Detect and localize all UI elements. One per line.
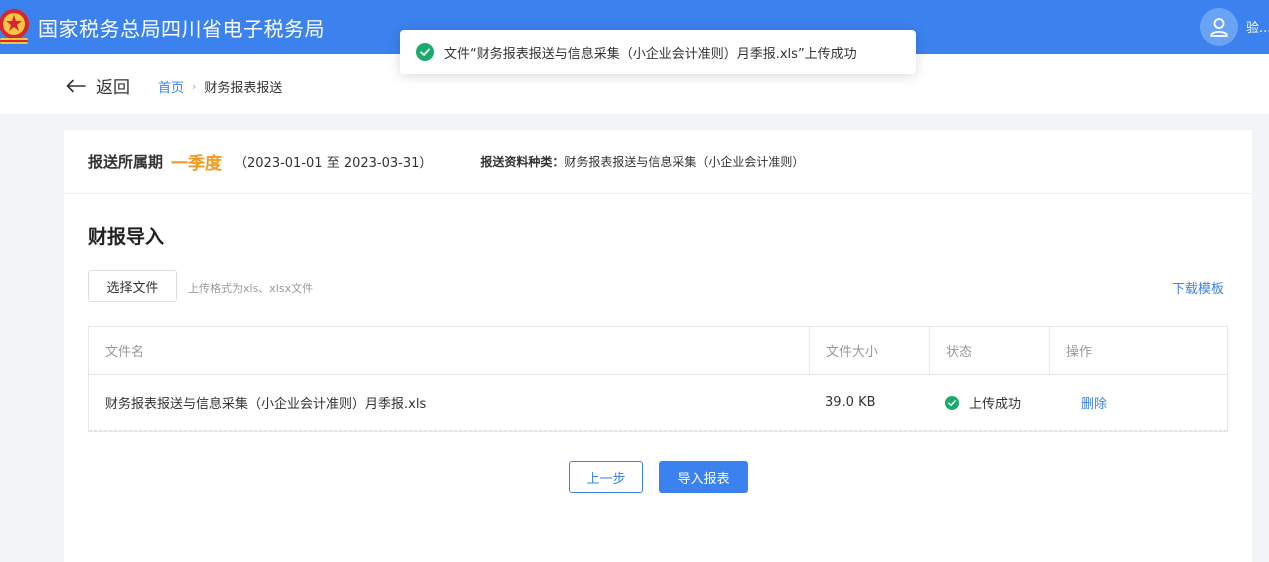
back-label: 返回 [96,78,130,98]
column-header-file-name: 文件名 [105,345,145,360]
action-cell: 删除 [1049,375,1227,430]
column-header-status: 状态 [929,327,1049,374]
status-text: 上传成功 [969,397,1022,412]
report-type-label: 报送资料种类： [480,155,565,169]
breadcrumb: 首页 › 财务报表报送 [158,77,282,96]
site-title: 国家税务总局四川省电子税务局 [38,17,325,41]
breadcrumb-current: 财务报表报送 [204,81,283,96]
chevron-right-icon: › [192,80,197,93]
section-title: 财报导入 [88,226,165,248]
upload-success-toast: 文件“财务报表报送与信息采集（小企业会计准则）月季报.xls”上传成功 [400,30,916,74]
period-bar: 报送所属期 一季度 （2023-01-01 至 2023-03-31） 报送资料… [64,130,1252,194]
report-type-value: 财务报表报送与信息采集（小企业会计准则） [564,155,805,169]
file-name-cell: 财务报表报送与信息采集（小企业会计准则）月季报.xls [105,397,427,412]
check-circle-icon [416,43,434,61]
arrow-left-icon [66,79,86,92]
download-template-link[interactable]: 下载模板 [1172,278,1224,297]
username[interactable]: 验... [1246,17,1269,36]
report-card: 报送所属期 一季度 （2023-01-01 至 2023-03-31） 报送资料… [64,130,1252,562]
choose-file-button[interactable]: 选择文件 [88,270,177,302]
upload-format-hint: 上传格式为xls、xlsx文件 [188,282,314,295]
user-icon [1210,18,1228,37]
import-report-button[interactable]: 导入报表 [659,461,748,493]
period-range: （2023-01-01 至 2023-03-31） [234,156,433,171]
column-header-file-size: 文件大小 [809,327,929,374]
back-button[interactable]: 返回 [66,73,130,98]
file-table: 文件名 文件大小 状态 操作 财务报表报送与信息采集（小企业会计准则）月季报.x… [88,326,1228,432]
success-check-icon [945,395,959,410]
column-header-action: 操作 [1049,327,1227,374]
breadcrumb-home[interactable]: 首页 [158,77,184,96]
table-header: 文件名 文件大小 状态 操作 [89,327,1227,375]
status-cell: 上传成功 [929,375,1049,430]
tax-emblem-icon [0,9,29,44]
delete-link[interactable]: 删除 [1081,393,1107,412]
toast-message: 文件“财务报表报送与信息采集（小企业会计准则）月季报.xls”上传成功 [444,46,857,62]
table-row: 财务报表报送与信息采集（小企业会计准则）月季报.xls 39.0 KB 上传成功… [89,375,1227,431]
period-label: 报送所属期 [88,153,164,171]
file-size-cell: 39.0 KB [825,395,876,410]
user-avatar[interactable] [1200,8,1238,46]
period-value: 一季度 [171,154,223,174]
prev-step-button[interactable]: 上一步 [569,461,643,493]
